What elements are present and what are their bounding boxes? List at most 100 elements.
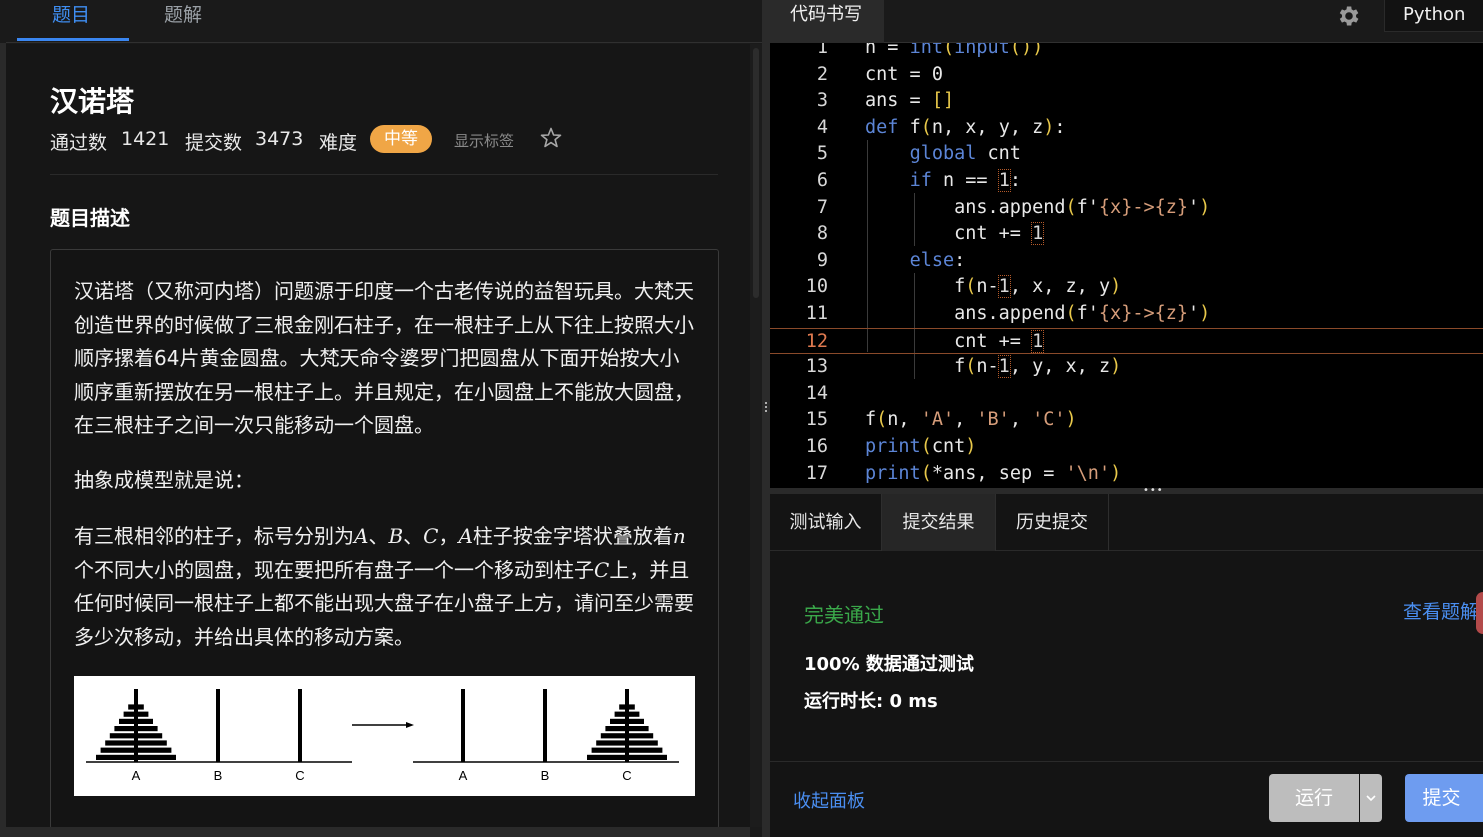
active-tab-indicator: [17, 38, 129, 41]
code-text: f(n-1, y, x, z): [954, 355, 1122, 379]
code-line[interactable]: 4 def f(n, x, y, z):: [770, 115, 1483, 142]
line-number: 11: [805, 303, 828, 324]
code-text: ans.append(f'{x}->{z}'): [954, 196, 1211, 218]
pane-splitter[interactable]: [762, 0, 770, 837]
peg: [461, 689, 465, 762]
show-tags-link[interactable]: 显示标签: [454, 130, 514, 151]
problem-title: 汉诺塔: [50, 85, 135, 118]
tab-submit-result[interactable]: 提交结果: [882, 494, 996, 551]
code-line[interactable]: 6 if n == 1:: [770, 168, 1483, 195]
math-symbol: B: [388, 524, 404, 548]
result-status: 完美通过: [804, 603, 884, 627]
code-text: ans.append(f'{x}->{z}'): [954, 303, 1211, 324]
code-line[interactable]: 14: [770, 381, 1483, 408]
tab-submit-history[interactable]: 历史提交: [996, 494, 1109, 551]
language-select[interactable]: Python: [1384, 0, 1483, 32]
math-symbol: C: [423, 524, 439, 548]
disk: [114, 726, 158, 732]
accepted-label: 通过数: [50, 132, 108, 154]
peg-label-a: A: [132, 768, 141, 783]
code-text: f(n, 'A', 'B', 'C'): [865, 409, 1077, 431]
code-line[interactable]: 1 n = int(input()): [770, 43, 1483, 62]
line-number: 2: [816, 63, 828, 85]
gear-icon[interactable]: [1336, 3, 1362, 29]
line-number: 9: [816, 249, 828, 271]
math-symbol: C: [594, 557, 610, 582]
disk: [105, 740, 167, 746]
peg: [216, 689, 220, 762]
star-icon[interactable]: [539, 126, 563, 150]
line-number: 3: [816, 90, 828, 112]
code-line[interactable]: 2 cnt = 0: [770, 62, 1483, 89]
peg: [543, 689, 547, 762]
code-line[interactable]: 13 f(n-1, y, x, z): [770, 354, 1483, 381]
problem-tabs: 题目 题解: [6, 0, 762, 43]
disk: [600, 733, 654, 739]
chevron-down-icon: [1366, 795, 1376, 802]
tab-test-input[interactable]: 测试输入: [770, 494, 882, 551]
text-fragment: 个不同大小的圆盘，现在要把所有盘子一个一个移动到柱子: [74, 557, 594, 582]
run-button[interactable]: 运行: [1269, 774, 1359, 822]
problem-content: 汉诺塔 通过数 1421 提交数 3473 难度 中等 显示标签 题目描述 汉诺…: [6, 44, 750, 827]
code-line[interactable]: 17 print(*ans, sep = '\n'): [770, 461, 1483, 488]
disk: [614, 711, 640, 717]
text-fragment: 柱子按金字塔状叠放着: [472, 524, 673, 548]
disk: [587, 754, 667, 760]
code-editor[interactable]: 1 n = int(input()) 2 cnt = 0 3 ans = [] 4 def f…: [770, 43, 1483, 488]
description-paragraph-1: 汉诺塔（又称河内塔）问题源于印度一个古老传说的益智玩具。大梵天创造世界的时候做了…: [74, 279, 694, 437]
collapse-panel-link[interactable]: 收起面板: [793, 787, 865, 813]
code-line[interactable]: 16 print(cnt): [770, 434, 1483, 461]
code-text: cnt = 0: [865, 63, 943, 85]
tab-problem[interactable]: 题目: [52, 0, 90, 42]
code-line[interactable]: 10 f(n-1, x, z, y): [770, 274, 1483, 301]
scrollbar-thumb[interactable]: [753, 48, 759, 298]
code-text: if n == 1:: [909, 169, 1021, 192]
code-line[interactable]: 8 cnt += 1: [770, 221, 1483, 248]
code-line[interactable]: 9 else:: [770, 248, 1483, 275]
code-text: global cnt: [909, 143, 1021, 165]
mouse-cursor-icon: [1476, 592, 1483, 634]
text-fragment: 、: [403, 524, 424, 548]
code-line[interactable]: 3 ans = []: [770, 88, 1483, 115]
pass-rate: 100% 数据通过测试: [804, 654, 974, 675]
peg: [298, 689, 302, 762]
tab-solution[interactable]: 题解: [164, 0, 202, 42]
description-paragraph-3: 有三根相邻的柱子，标号分别为A、B、C，A柱子按金字塔状叠放着n个不同大小的圆盘…: [74, 520, 694, 654]
code-line[interactable]: 7 ans.append(f'{x}->{z}'): [770, 195, 1483, 222]
text-fragment: 、: [368, 524, 389, 548]
code-line[interactable]: 12 cnt += 1: [770, 327, 1483, 355]
text-fragment: ，: [438, 524, 459, 548]
divider: [50, 174, 718, 175]
disk: [128, 704, 144, 710]
tab-code-editor[interactable]: 代码书写: [770, 0, 884, 43]
problem-scrollbar[interactable]: [750, 44, 762, 827]
hanoi-diagram: A B C A B C: [74, 676, 695, 796]
grip-dot: [765, 406, 767, 408]
line-number: 4: [816, 116, 828, 138]
submit-button[interactable]: 提交: [1405, 774, 1483, 822]
disk: [100, 747, 172, 753]
result-panel: 测试输入 提交结果 历史提交 完美通过 查看题解 100% 数据通过测试 运行时…: [770, 494, 1483, 837]
view-solution-link[interactable]: 查看题解: [1403, 597, 1479, 624]
hanoi-start-state: [86, 689, 352, 763]
line-number: 12: [805, 330, 828, 352]
code-text: else:: [909, 249, 966, 271]
disk: [119, 718, 153, 724]
hanoi-end-state: [413, 689, 679, 763]
code-line[interactable]: 11 ans.append(f'{x}->{z}'): [770, 301, 1483, 328]
peg-label-c: C: [622, 768, 631, 783]
code-text: ans = []: [865, 90, 955, 112]
code-line[interactable]: 5 global cnt: [770, 141, 1483, 168]
code-line[interactable]: 15 f(n, 'A', 'B', 'C'): [770, 407, 1483, 434]
code-text: print(cnt): [865, 436, 977, 457]
disk: [619, 704, 635, 710]
peg-label-b: B: [541, 768, 550, 783]
description-box: 汉诺塔（又称河内塔）问题源于印度一个古老传说的益智玩具。大梵天创造世界的时候做了…: [50, 249, 719, 827]
disk: [109, 733, 163, 739]
line-number: 16: [805, 436, 828, 457]
line-number: 7: [816, 196, 828, 218]
run-options-dropdown[interactable]: [1360, 774, 1382, 822]
code-text: f(n-1, x, z, y): [954, 275, 1122, 299]
action-bar: 收起面板 运行 提交: [770, 761, 1483, 837]
problem-pane: 题目 题解 汉诺塔 通过数 1421 提交数 3473 难度 中等 显示标签 题…: [0, 0, 762, 837]
